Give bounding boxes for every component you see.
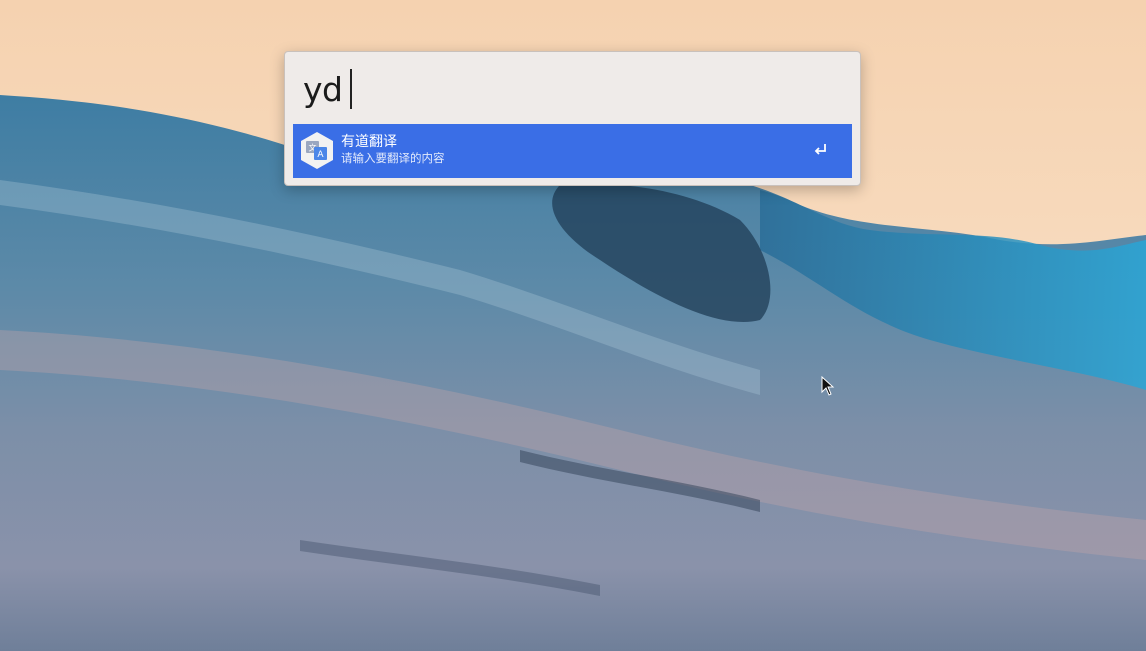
result-item-selected[interactable]: 文 A 有道翻译 请输入要翻译的内容 [293, 124, 852, 178]
mouse-pointer-icon [821, 376, 835, 396]
translate-icon: 文 A [301, 132, 333, 169]
result-title: 有道翻译 [341, 134, 397, 150]
search-input[interactable]: yd [303, 66, 353, 112]
svg-text:A: A [317, 150, 324, 160]
launcher-panel: yd 文 A 有道翻译 请输入要翻译的内容 [284, 51, 861, 186]
text-caret [350, 69, 353, 109]
result-subtitle: 请输入要翻译的内容 [341, 151, 445, 165]
enter-icon [814, 144, 826, 155]
search-query-text: yd [303, 69, 343, 109]
result-text: 有道翻译 请输入要翻译的内容 [341, 133, 445, 166]
